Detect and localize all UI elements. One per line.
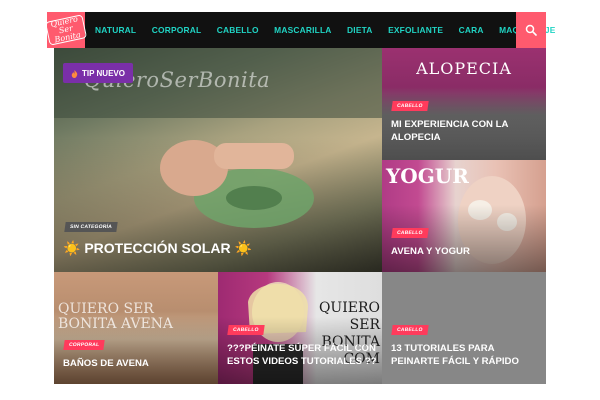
post-title[interactable]: MI EXPERIENCIA CON LA ALOPECIA (391, 118, 541, 144)
post-card-avena-yogur[interactable]: YOGUR CABELLO AVENA Y YOGUR (382, 160, 546, 272)
nav-item-corporal[interactable]: CORPORAL (152, 25, 202, 35)
category-badge[interactable]: CABELLO (227, 325, 265, 335)
category-badge[interactable]: CABELLO (391, 101, 429, 111)
tip-nuevo-badge[interactable]: TIP NUEVO (63, 63, 133, 83)
nav-item-cabello[interactable]: CABELLO (217, 25, 259, 35)
post-card-alopecia[interactable]: ALOPECIA CABELLO MI EXPERIENCIA CON LA A… (382, 48, 546, 160)
nav-item-exfoliante[interactable]: EXFOLIANTE (388, 25, 443, 35)
category-badge[interactable]: CABELLO (391, 228, 429, 238)
post-watermark: QUIERO SER BONITA AVENA (58, 301, 174, 332)
nav-item-cara[interactable]: CARA (459, 25, 484, 35)
nav-item-dieta[interactable]: DIETA (347, 25, 373, 35)
category-badge[interactable]: CORPORAL (63, 340, 105, 350)
main-nav: NATURAL CORPORAL CABELLO MASCARILLA DIET… (85, 12, 571, 48)
search-button[interactable] (516, 12, 546, 48)
post-title[interactable]: AVENA Y YOGUR (391, 245, 541, 258)
category-badge[interactable]: CABELLO (391, 325, 429, 335)
fire-icon (71, 69, 78, 78)
nav-item-mascarilla[interactable]: MASCARILLA (274, 25, 331, 35)
page: Quiero Ser Bonita NATURAL CORPORAL CABEL… (0, 0, 600, 400)
logo-card: Quiero Ser Bonita (44, 14, 88, 46)
post-watermark: ALOPECIA (416, 59, 512, 78)
post-card-banos-de-avena[interactable]: QUIERO SER BONITA AVENA CORPORAL BAÑOS D… (54, 272, 218, 384)
top-navbar: Quiero Ser Bonita NATURAL CORPORAL CABEL… (44, 12, 555, 48)
post-card-peinate-tutoriales[interactable]: QUIERO SER BONITA COM CABELLO ???PÉINATE… (218, 272, 382, 384)
search-icon (525, 24, 537, 36)
post-watermark: YOGUR (386, 164, 469, 188)
logo-text: Quiero Ser Bonita (49, 14, 82, 45)
post-title[interactable]: BAÑOS DE AVENA (63, 357, 213, 370)
post-title[interactable]: ☀️ PROTECCIÓN SOLAR ☀️ (63, 239, 363, 257)
nav-item-natural[interactable]: NATURAL (95, 25, 136, 35)
site-logo[interactable]: Quiero Ser Bonita (44, 12, 88, 48)
post-title[interactable]: 13 TUTORIALES PARA PEINARTE FÁCIL Y RÁPI… (391, 342, 541, 368)
tip-nuevo-label: TIP NUEVO (82, 69, 125, 78)
post-title[interactable]: ???PÉINATE SÚPER FÁCIL CON ESTOS VIDEOS … (227, 342, 377, 368)
featured-post-proteccion-solar[interactable]: QuieroSerBonita TIP NUEVO SIN CATEGORÍA … (54, 48, 382, 272)
post-card-13-tutoriales[interactable]: CABELLO 13 TUTORIALES PARA PEINARTE FÁCI… (382, 272, 546, 384)
category-badge[interactable]: SIN CATEGORÍA (64, 222, 118, 232)
